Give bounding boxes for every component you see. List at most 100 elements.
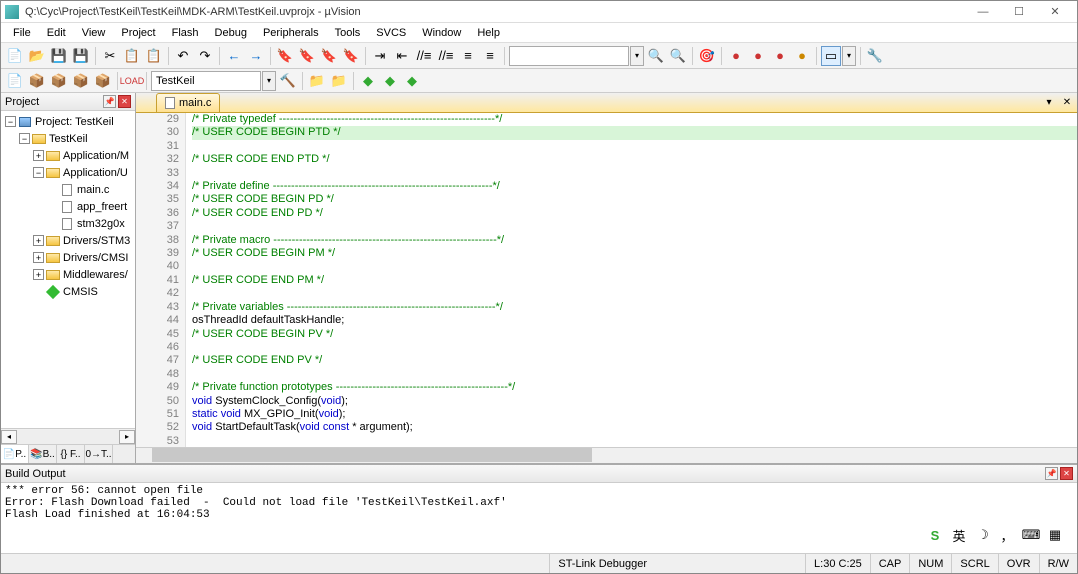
scroll-thumb[interactable] bbox=[152, 448, 592, 462]
expander-icon[interactable]: − bbox=[19, 133, 30, 144]
minimize-button[interactable]: — bbox=[965, 2, 1001, 22]
undo-icon[interactable]: ↶ bbox=[173, 46, 193, 66]
find-combo[interactable] bbox=[509, 46, 629, 66]
menu-file[interactable]: File bbox=[5, 25, 39, 41]
panel-tab-1[interactable]: 📚B.. bbox=[29, 445, 57, 463]
pack-installer-icon[interactable]: ◆ bbox=[380, 71, 400, 91]
rebuild-icon[interactable]: 📦 bbox=[49, 71, 69, 91]
find-icon[interactable]: 🔍 bbox=[646, 46, 666, 66]
panel-tab-2[interactable]: {} F.. bbox=[57, 445, 85, 463]
tree-target[interactable]: −TestKeil bbox=[1, 130, 135, 147]
layout-dropdown-icon[interactable]: ▾ bbox=[842, 46, 856, 66]
menu-window[interactable]: Window bbox=[414, 25, 469, 41]
tree-file-1-1[interactable]: app_freert bbox=[1, 198, 135, 215]
translate-icon[interactable]: 📄 bbox=[5, 71, 25, 91]
tree-file-1-2[interactable]: stm32g0x bbox=[1, 215, 135, 232]
scroll-left-icon[interactable]: ◂ bbox=[1, 430, 17, 444]
tree-project-root[interactable]: −Project: TestKeil bbox=[1, 113, 135, 130]
manage-rte-icon[interactable]: ◆ bbox=[358, 71, 378, 91]
bookmark-clear-icon[interactable]: 🔖 bbox=[341, 46, 361, 66]
nav-back-icon[interactable]: ← bbox=[224, 46, 244, 66]
menu-svcs[interactable]: SVCS bbox=[368, 25, 414, 41]
bookmark-icon[interactable]: 🔖 bbox=[275, 46, 295, 66]
expander-icon[interactable]: + bbox=[33, 269, 44, 280]
breakpoint-toggle-icon[interactable]: ● bbox=[748, 46, 768, 66]
breakpoint-kill-icon[interactable]: ● bbox=[792, 46, 812, 66]
menu-view[interactable]: View bbox=[74, 25, 114, 41]
build-pin-icon[interactable]: 📌 bbox=[1045, 467, 1058, 480]
find-in-files-icon[interactable]: 🔍 bbox=[668, 46, 688, 66]
tree-group-3[interactable]: +Drivers/CMSI bbox=[1, 249, 135, 266]
panel-close-icon[interactable]: ✕ bbox=[118, 95, 131, 108]
panel-pin-icon[interactable]: 📌 bbox=[103, 95, 116, 108]
editor-close-icon[interactable]: ✕ bbox=[1059, 95, 1075, 111]
select-packs-icon[interactable]: ◆ bbox=[402, 71, 422, 91]
manage-env-icon[interactable]: 📁 bbox=[329, 71, 349, 91]
new-file-icon[interactable]: 📄 bbox=[5, 46, 25, 66]
menu-debug[interactable]: Debug bbox=[207, 25, 255, 41]
breakpoint-disable-icon[interactable]: ● bbox=[770, 46, 790, 66]
find-dropdown-icon[interactable]: ▾ bbox=[630, 46, 644, 66]
menu-flash[interactable]: Flash bbox=[164, 25, 207, 41]
copy-icon[interactable]: 📋 bbox=[122, 46, 142, 66]
outdent-icon[interactable]: ⇤ bbox=[392, 46, 412, 66]
project-hscroll[interactable]: ◂ ▸ bbox=[1, 428, 135, 444]
debug-icon[interactable]: 🎯 bbox=[697, 46, 717, 66]
breakpoint-icon[interactable]: ● bbox=[726, 46, 746, 66]
redo-icon[interactable]: ↷ bbox=[195, 46, 215, 66]
close-button[interactable]: ✕ bbox=[1037, 2, 1073, 22]
save-icon[interactable]: 💾 bbox=[49, 46, 69, 66]
ime-punct-icon[interactable]: ， bbox=[998, 526, 1016, 544]
menu-project[interactable]: Project bbox=[113, 25, 163, 41]
tree-cmsis[interactable]: CMSIS bbox=[1, 283, 135, 300]
panel-tab-0[interactable]: 📄P.. bbox=[1, 445, 29, 463]
code-area[interactable]: 2930313233343536373839404142434445464748… bbox=[136, 113, 1077, 447]
uncomment-icon[interactable]: //≡ bbox=[436, 46, 456, 66]
ime-moon-icon[interactable]: ☽ bbox=[974, 526, 992, 544]
paste-icon[interactable]: 📋 bbox=[144, 46, 164, 66]
build-close-icon[interactable]: ✕ bbox=[1060, 467, 1073, 480]
bookmark-next-icon[interactable]: 🔖 bbox=[319, 46, 339, 66]
save-all-icon[interactable]: 💾 bbox=[71, 46, 91, 66]
target-options-icon[interactable]: 🔨 bbox=[278, 71, 298, 91]
ime-logo-icon[interactable]: S bbox=[926, 526, 944, 544]
menu-tools[interactable]: Tools bbox=[327, 25, 369, 41]
open-file-icon[interactable]: 📂 bbox=[27, 46, 47, 66]
editor-tab-main[interactable]: main.c bbox=[156, 93, 220, 112]
format-icon[interactable]: ≡ bbox=[458, 46, 478, 66]
tree-file-1-0[interactable]: main.c bbox=[1, 181, 135, 198]
code-lines[interactable]: /* Private typedef ---------------------… bbox=[186, 113, 1077, 447]
window-layout-icon[interactable]: ▭ bbox=[821, 46, 841, 66]
tree-group-1[interactable]: −Application/U bbox=[1, 164, 135, 181]
config-icon[interactable]: 🔧 bbox=[865, 46, 885, 66]
expander-icon[interactable]: + bbox=[33, 150, 44, 161]
cut-icon[interactable]: ✂ bbox=[100, 46, 120, 66]
stop-build-icon[interactable]: 📦 bbox=[93, 71, 113, 91]
comment-icon[interactable]: //≡ bbox=[414, 46, 434, 66]
nav-fwd-icon[interactable]: → bbox=[246, 46, 266, 66]
tree-group-2[interactable]: +Drivers/STM3 bbox=[1, 232, 135, 249]
menu-edit[interactable]: Edit bbox=[39, 25, 74, 41]
expander-icon[interactable]: + bbox=[33, 235, 44, 246]
expander-icon[interactable]: − bbox=[33, 167, 44, 178]
editor-dropdown-icon[interactable]: ▾ bbox=[1041, 95, 1057, 111]
bookmark-prev-icon[interactable]: 🔖 bbox=[297, 46, 317, 66]
build-icon[interactable]: 📦 bbox=[27, 71, 47, 91]
menu-peripherals[interactable]: Peripherals bbox=[255, 25, 327, 41]
expander-icon[interactable]: + bbox=[33, 252, 44, 263]
maximize-button[interactable]: ☐ bbox=[1001, 2, 1037, 22]
batch-build-icon[interactable]: 📦 bbox=[71, 71, 91, 91]
file-ext-icon[interactable]: 📁 bbox=[307, 71, 327, 91]
editor-hscroll[interactable] bbox=[136, 447, 1077, 463]
ime-floating-bar[interactable]: S 英 ☽ ， ⌨ ▦ bbox=[922, 524, 1068, 546]
expander-icon[interactable]: − bbox=[5, 116, 16, 127]
download-icon[interactable]: LOAD bbox=[122, 71, 142, 91]
target-dropdown-icon[interactable]: ▾ bbox=[262, 71, 276, 91]
ime-lang-icon[interactable]: 英 bbox=[950, 526, 968, 544]
menu-help[interactable]: Help bbox=[469, 25, 508, 41]
ime-keyboard-icon[interactable]: ⌨ bbox=[1022, 526, 1040, 544]
indent-icon[interactable]: ⇥ bbox=[370, 46, 390, 66]
tree-group-0[interactable]: +Application/M bbox=[1, 147, 135, 164]
scroll-right-icon[interactable]: ▸ bbox=[119, 430, 135, 444]
format2-icon[interactable]: ≡ bbox=[480, 46, 500, 66]
